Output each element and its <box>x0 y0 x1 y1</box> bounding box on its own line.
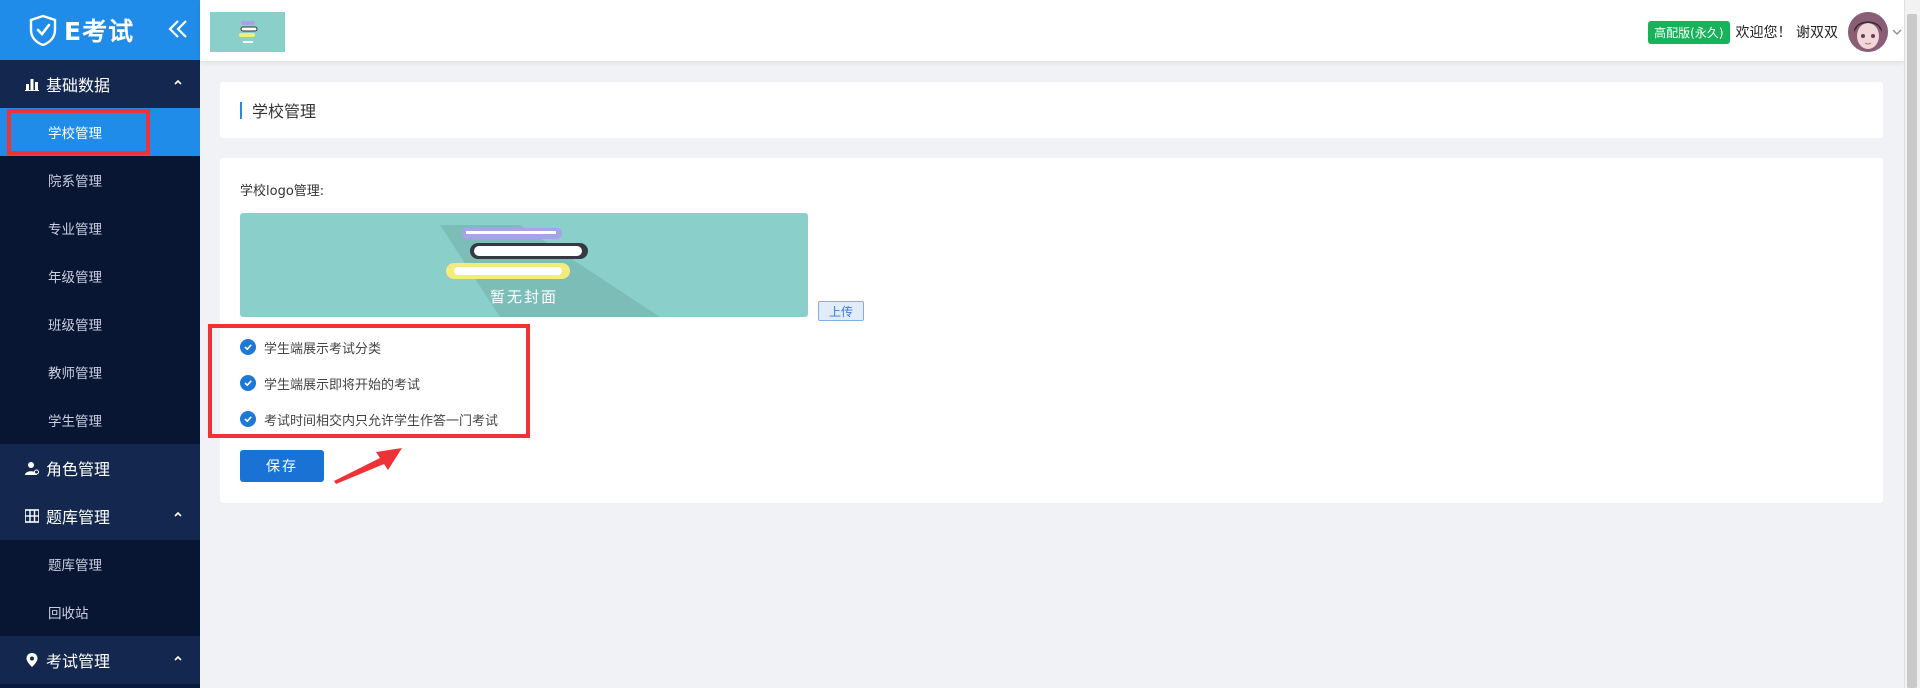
sidebar-group-roles[interactable]: 角色管理 <box>0 444 200 492</box>
app-logo-bar: E考试 <box>0 0 200 60</box>
sidebar-group-question-bank[interactable]: 题库管理 <box>0 492 200 540</box>
sidebar-item-label: 教师管理 <box>48 366 102 382</box>
avatar[interactable] <box>1848 12 1888 52</box>
chevron-up-icon <box>174 511 182 517</box>
upload-button[interactable]: 上传 <box>818 301 864 321</box>
sidebar-item-department[interactable]: 院系管理 <box>0 156 200 204</box>
top-header: 高配版(永久) 欢迎您！ 谢双双 <box>200 0 1904 62</box>
sidebar-item-label: 学生管理 <box>48 414 102 430</box>
sidebar-group-label: 考试管理 <box>46 652 111 671</box>
grid-icon <box>24 508 40 524</box>
chevron-up-icon <box>174 655 182 661</box>
sidebar-item-student[interactable]: 学生管理 <box>0 396 200 444</box>
sidebar-item-label: 学校管理 <box>48 126 102 142</box>
user-icon <box>24 460 40 476</box>
save-button[interactable]: 保存 <box>240 450 324 482</box>
shield-icon <box>29 14 57 46</box>
bar-chart-icon <box>24 76 40 92</box>
page-title-card: 学校管理 <box>220 82 1883 138</box>
collapse-sidebar-icon[interactable] <box>166 14 190 44</box>
sidebar-item-school[interactable]: 学校管理 <box>0 108 200 156</box>
sidebar-item-grade[interactable]: 年级管理 <box>0 252 200 300</box>
sidebar-item-label: 年级管理 <box>48 270 102 286</box>
school-logo-thumbnail[interactable] <box>210 12 285 52</box>
option-show-exam-categories[interactable]: 学生端展示考试分类 <box>240 336 381 358</box>
sidebar-group-label: 角色管理 <box>46 460 111 479</box>
sidebar-group-label: 题库管理 <box>46 508 111 527</box>
sidebar-item-teacher[interactable]: 教师管理 <box>0 348 200 396</box>
sidebar-group-label: 基础数据 <box>46 76 111 95</box>
logo-preview-image[interactable]: 暂无封面 <box>240 213 808 317</box>
user-area: 高配版(永久) 欢迎您！ 谢双双 <box>1648 12 1904 52</box>
sidebar-item-label: 班级管理 <box>48 318 102 334</box>
sidebar-item-label: 院系管理 <box>48 174 102 190</box>
sidebar-item-label: 专业管理 <box>48 222 102 238</box>
sidebar-group-basic-data[interactable]: 基础数据 <box>0 60 200 108</box>
sidebar-item-question-bank[interactable]: 题库管理 <box>0 540 200 588</box>
page-title: 学校管理 <box>252 102 317 121</box>
option-label: 学生端展示考试分类 <box>264 341 382 357</box>
vertical-scrollbar[interactable] <box>1904 0 1920 688</box>
option-label: 考试时间相交内只允许学生作答一门考试 <box>264 413 499 429</box>
chevron-up-icon <box>174 79 182 85</box>
sidebar-group-items: 学校管理 院系管理 专业管理 年级管理 班级管理 教师管理 学生管理 <box>0 108 200 444</box>
title-accent-bar <box>240 101 242 119</box>
plan-badge: 高配版(永久) <box>1648 20 1730 44</box>
cover-placeholder-text: 暂无封面 <box>490 288 558 306</box>
checkbox-checked-icon[interactable] <box>240 375 256 391</box>
sidebar-group-items: 题库管理 回收站 <box>0 540 200 636</box>
sidebar-item-recycle-bin[interactable]: 回收站 <box>0 588 200 636</box>
app-title: E考试 <box>64 17 135 46</box>
sidebar-item-label: 回收站 <box>48 606 89 622</box>
books-illustration: 暂无封面 <box>440 225 660 317</box>
sidebar-group-exams[interactable]: 考试管理 <box>0 636 200 684</box>
checkbox-checked-icon[interactable] <box>240 339 256 355</box>
sidebar-item-class[interactable]: 班级管理 <box>0 300 200 348</box>
logo-label: 学校logo管理: <box>240 184 325 199</box>
option-label: 学生端展示即将开始的考试 <box>264 377 421 393</box>
school-settings-card: 学校logo管理: 暂无封面 上传 学生端展示考试分类 学生端展示即将开始的考试… <box>220 158 1883 503</box>
option-show-upcoming-exams[interactable]: 学生端展示即将开始的考试 <box>240 372 420 394</box>
welcome-text: 欢迎您！ 谢双双 <box>1735 25 1838 41</box>
scrollbar-thumb[interactable] <box>1907 14 1917 688</box>
sidebar-item-major[interactable]: 专业管理 <box>0 204 200 252</box>
books-icon <box>238 21 257 43</box>
option-single-exam-overlap[interactable]: 考试时间相交内只允许学生作答一门考试 <box>240 408 498 430</box>
checkbox-checked-icon[interactable] <box>240 411 256 427</box>
location-pin-icon <box>24 652 40 668</box>
sidebar: E考试 基础数据 学校管理 院系管理 专业管理 年级管理 班级管理 教师管理 学… <box>0 0 200 688</box>
sidebar-item-label: 题库管理 <box>48 558 102 574</box>
chevron-down-icon[interactable] <box>1890 25 1904 39</box>
